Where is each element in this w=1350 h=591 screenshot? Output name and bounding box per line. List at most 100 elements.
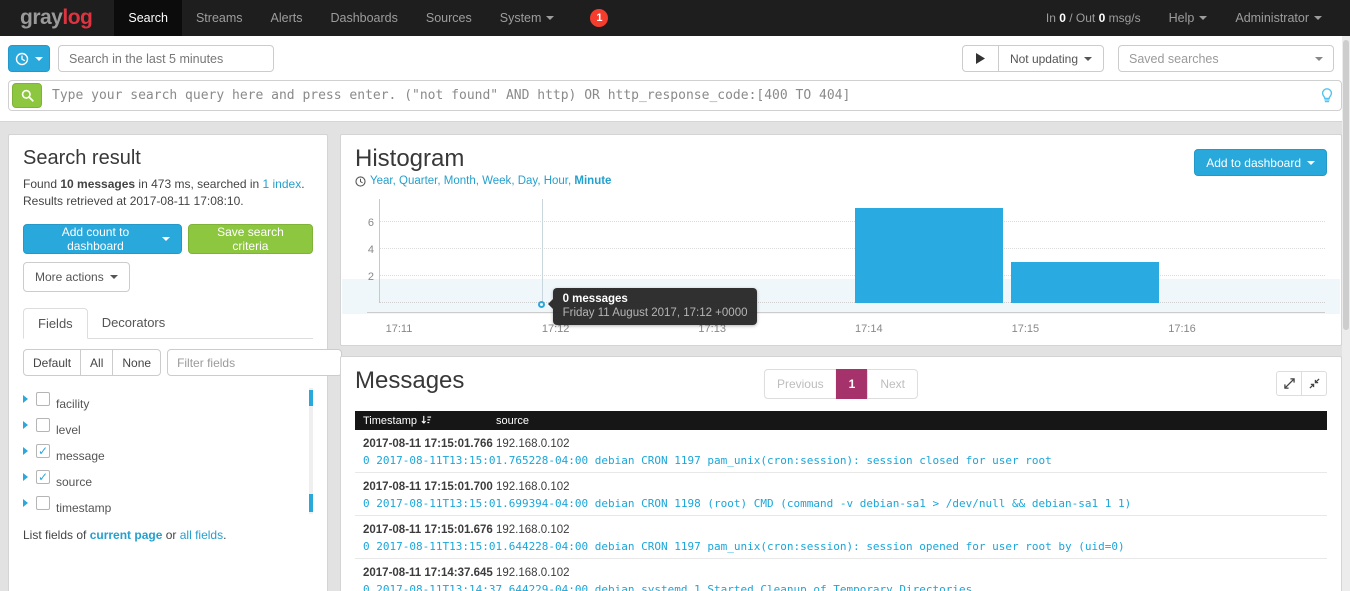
field-expand-caret-icon[interactable] xyxy=(23,499,28,507)
message-text-link[interactable]: 0 2017-08-11T13:15:01.644228-04:00 debia… xyxy=(355,539,1327,554)
search-result-sidebar: Search result Found 10 messages in 473 m… xyxy=(8,134,328,591)
tab-decorators[interactable]: Decorators xyxy=(88,308,180,338)
timestamp-column-header[interactable]: Timestamp xyxy=(355,415,496,427)
message-text-link[interactable]: 0 2017-08-11T13:14:37.644229-04:00 debia… xyxy=(355,582,1327,591)
histogram-bar-17:14[interactable] xyxy=(855,208,1003,303)
nav-item-system[interactable]: System xyxy=(486,0,569,36)
refresh-interval-button[interactable]: Not updating xyxy=(998,45,1104,72)
field-expand-caret-icon[interactable] xyxy=(23,473,28,481)
resolution-link-minute[interactable]: Minute xyxy=(574,175,611,187)
field-checkbox-source[interactable]: ✓ xyxy=(36,470,50,484)
field-expand-caret-icon[interactable] xyxy=(23,447,28,455)
lightbulb-icon[interactable] xyxy=(1321,88,1333,103)
pagination-page-1[interactable]: 1 xyxy=(836,369,869,399)
message-source: 192.168.0.102 xyxy=(496,437,570,452)
resume-search-button[interactable] xyxy=(962,45,999,72)
resolution-link-quarter[interactable]: Quarter xyxy=(399,175,437,187)
fields-scrollbar-thumb[interactable] xyxy=(309,494,313,512)
field-checkbox-facility[interactable] xyxy=(36,392,50,406)
fields-none-button[interactable]: None xyxy=(112,349,161,376)
pagination-next[interactable]: Next xyxy=(867,369,918,399)
tab-fields[interactable]: Fields xyxy=(23,308,88,339)
fields-scrollbar[interactable] xyxy=(309,388,313,514)
message-source: 192.168.0.102 xyxy=(496,566,570,581)
field-expand-caret-icon[interactable] xyxy=(23,395,28,403)
throughput-indicator[interactable]: In 0 / Out 0 msg/s xyxy=(1032,0,1155,36)
fields-default-button[interactable]: Default xyxy=(23,349,81,376)
field-checkbox-level[interactable] xyxy=(36,418,50,432)
message-row[interactable]: 2017-08-11 17:15:01.676192.168.0.1020 20… xyxy=(355,516,1327,559)
help-menu[interactable]: Help xyxy=(1155,0,1222,36)
footer-text: or xyxy=(162,528,179,542)
histogram-chart[interactable]: 2460 messagesFriday 11 August 2017, 17:1… xyxy=(355,195,1327,335)
user-menu[interactable]: Administrator xyxy=(1221,0,1336,36)
nav-item-alerts[interactable]: Alerts xyxy=(257,0,317,36)
chevron-down-icon xyxy=(1315,57,1323,61)
compress-messages-button[interactable] xyxy=(1301,371,1327,396)
resolution-link-day[interactable]: Day xyxy=(518,175,538,187)
notification-badge[interactable]: 1 xyxy=(590,9,608,27)
page-scrollbar[interactable] xyxy=(1342,36,1350,591)
index-link[interactable]: 1 index xyxy=(263,177,302,191)
field-checkbox-timestamp[interactable] xyxy=(36,496,50,510)
resolution-link-week[interactable]: Week xyxy=(482,175,511,187)
throughput-text: msg/s xyxy=(1105,11,1140,25)
current-page-link[interactable]: current page xyxy=(90,528,163,542)
timerange-input[interactable] xyxy=(58,45,274,72)
query-bar xyxy=(8,80,1342,111)
clock-icon xyxy=(15,52,29,66)
search-controls-right: Not updating Saved searches xyxy=(962,45,1342,72)
fields-all-button[interactable]: All xyxy=(80,349,113,376)
help-label: Help xyxy=(1169,11,1195,25)
summary-text: . xyxy=(301,177,304,191)
refresh-interval-label: Not updating xyxy=(1010,52,1078,66)
source-column-header[interactable]: source xyxy=(496,415,1327,427)
expand-icon xyxy=(1284,378,1295,389)
message-timestamp: 2017-08-11 17:15:01.676 xyxy=(355,523,496,538)
query-input[interactable] xyxy=(52,88,1321,103)
fields-toolbar: Default All None xyxy=(23,349,313,376)
page-scrollbar-thumb[interactable] xyxy=(1343,40,1349,330)
nav-item-streams[interactable]: Streams xyxy=(182,0,257,36)
throughput-text: / Out xyxy=(1066,11,1099,25)
resolution-link-month[interactable]: Month xyxy=(444,175,476,187)
nav-item-search[interactable]: Search xyxy=(114,0,182,36)
nav-item-dashboards[interactable]: Dashboards xyxy=(316,0,411,36)
resolution-link-hour[interactable]: Hour xyxy=(544,175,568,187)
message-text-link[interactable]: 0 2017-08-11T13:15:01.699394-04:00 debia… xyxy=(355,496,1327,511)
field-expand-caret-icon[interactable] xyxy=(23,421,28,429)
saved-searches-select[interactable]: Saved searches xyxy=(1118,45,1334,72)
resolution-link-year[interactable]: Year xyxy=(370,175,393,187)
nav-item-label: Dashboards xyxy=(330,11,397,25)
fields-footer: List fields of current page or all field… xyxy=(23,528,313,542)
add-to-dashboard-label: Add to dashboard xyxy=(1206,156,1301,170)
all-fields-link[interactable]: all fields xyxy=(180,528,223,542)
nav-item-sources[interactable]: Sources xyxy=(412,0,486,36)
add-count-to-dashboard-button[interactable]: Add count to dashboard xyxy=(23,224,182,254)
pagination-previous[interactable]: Previous xyxy=(764,369,837,399)
message-row[interactable]: 2017-08-11 17:15:01.766192.168.0.1020 20… xyxy=(355,430,1327,473)
message-row[interactable]: 2017-08-11 17:15:01.700192.168.0.1020 20… xyxy=(355,473,1327,516)
gridline xyxy=(380,221,1325,222)
message-row[interactable]: 2017-08-11 17:14:37.645192.168.0.1020 20… xyxy=(355,559,1327,591)
fields-scrollbar-thumb[interactable] xyxy=(309,390,313,406)
message-meta-line: 2017-08-11 17:15:01.676192.168.0.102 xyxy=(355,523,1327,538)
histogram-bar-17:15[interactable] xyxy=(1011,262,1159,303)
histogram-plot[interactable]: 2460 messagesFriday 11 August 2017, 17:1… xyxy=(379,199,1325,303)
chart-tooltip: 0 messagesFriday 11 August 2017, 17:12 +… xyxy=(553,288,758,325)
throughput-out-value: 0 xyxy=(1099,11,1106,25)
save-search-criteria-button[interactable]: Save search criteria xyxy=(188,224,313,254)
timerange-dropdown-button[interactable] xyxy=(8,45,50,72)
expand-messages-button[interactable] xyxy=(1276,371,1302,396)
sort-icon xyxy=(421,415,432,426)
search-button[interactable] xyxy=(12,83,42,108)
result-summary: Found 10 messages in 473 ms, searched in… xyxy=(23,176,313,193)
filter-fields-input[interactable] xyxy=(167,349,342,376)
field-row-message: ✓message xyxy=(23,438,303,464)
add-to-dashboard-button[interactable]: Add to dashboard xyxy=(1194,149,1327,176)
field-checkbox-message[interactable]: ✓ xyxy=(36,444,50,458)
graylog-logo[interactable]: graylog xyxy=(0,0,114,36)
message-text-link[interactable]: 0 2017-08-11T13:15:01.765228-04:00 debia… xyxy=(355,453,1327,468)
more-actions-button[interactable]: More actions xyxy=(23,262,130,292)
x-axis-tick-label: 17:16 xyxy=(1168,323,1196,335)
